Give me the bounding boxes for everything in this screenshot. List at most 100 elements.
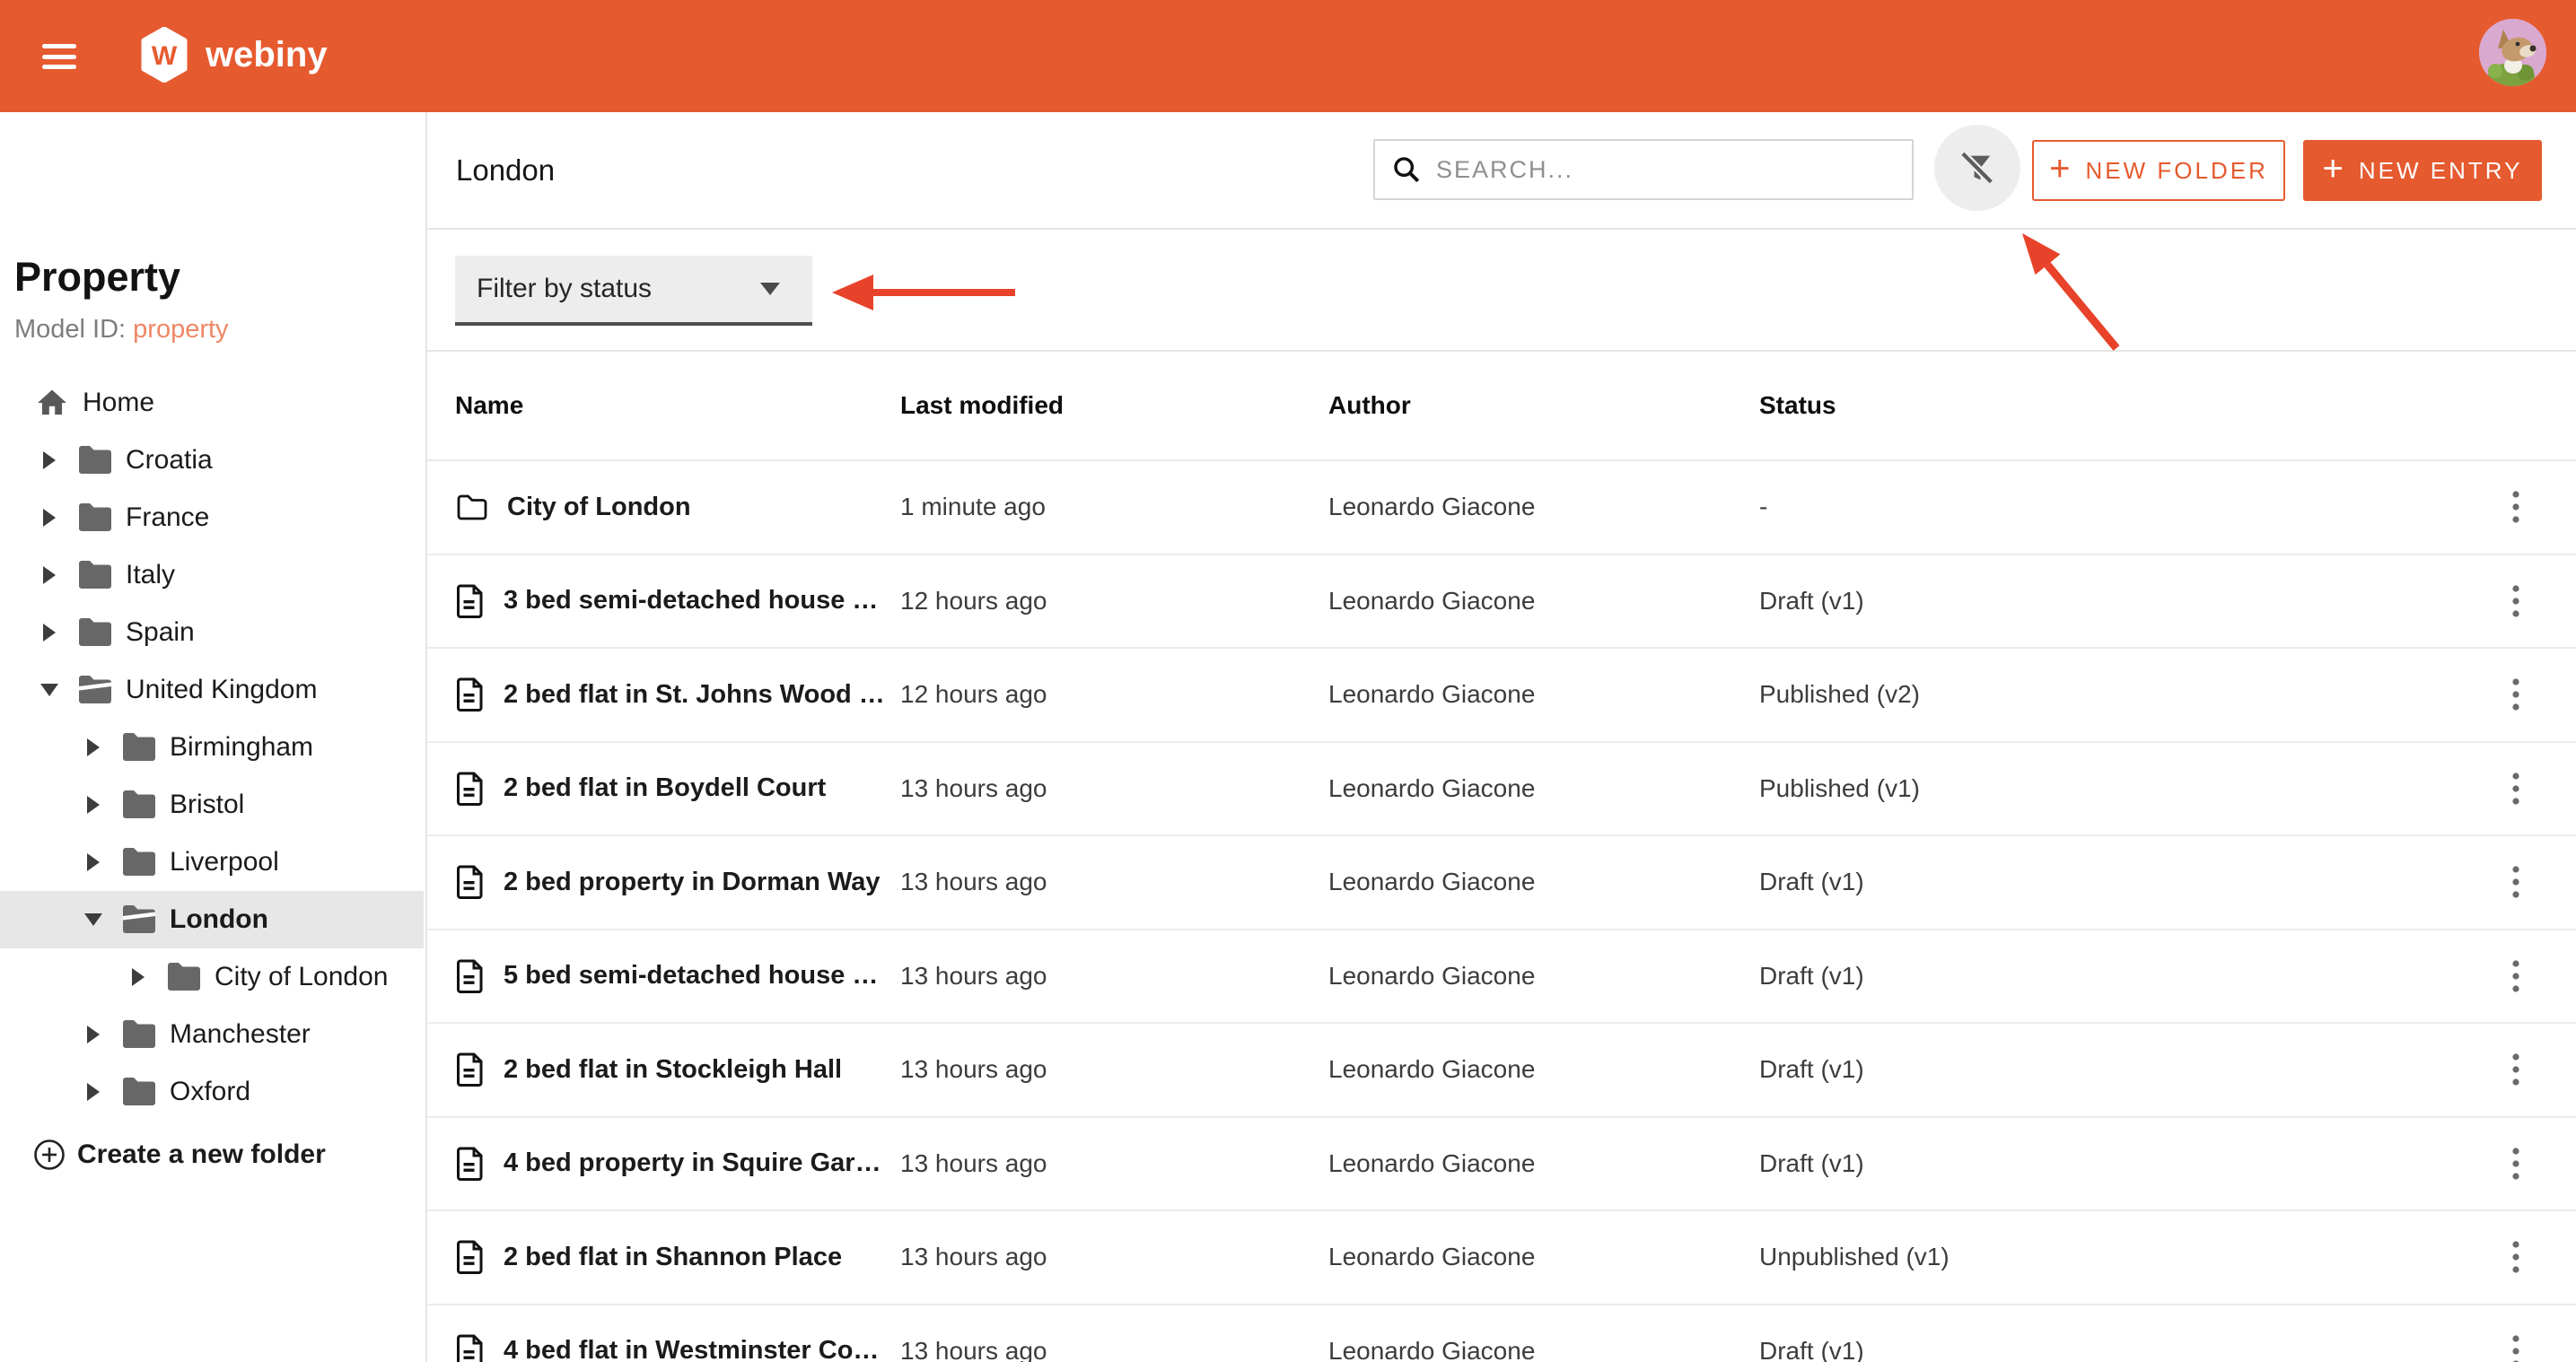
sidebar-folder-label: Bristol: [170, 790, 245, 819]
entry-name: 2 bed flat in St. Johns Wood …: [504, 679, 885, 709]
table-row[interactable]: 5 bed semi-detached house … 13 hours ago…: [427, 930, 2576, 1024]
entry-name: 5 bed semi-detached house …: [504, 961, 879, 991]
entry-author: Leonardo Giacone: [1328, 1055, 1536, 1084]
sidebar-folder-item[interactable]: France: [0, 489, 424, 546]
entry-author: Leonardo Giacone: [1328, 680, 1536, 709]
folder-icon: [168, 963, 200, 991]
entry-author: Leonardo Giacone: [1328, 868, 1536, 896]
entry-name: 2 bed flat in Shannon Place: [504, 1242, 843, 1271]
table-row[interactable]: 4 bed property in Squire Gar… 13 hours a…: [427, 1117, 2576, 1211]
table-row[interactable]: 2 bed flat in Stockleigh Hall 13 hours a…: [427, 1024, 2576, 1118]
caret-icon[interactable]: [83, 738, 103, 756]
table-row[interactable]: City of London 1 minute ago Leonardo Gia…: [427, 461, 2576, 555]
new-folder-label: NEW FOLDER: [2085, 156, 2268, 184]
row-actions-menu-button[interactable]: [2511, 1240, 2576, 1274]
sidebar-folder-label: City of London: [215, 962, 389, 991]
sidebar-folder-item[interactable]: City of London: [0, 948, 424, 1006]
folder-open-icon: [79, 676, 111, 703]
sidebar-folder-item[interactable]: United Kingdom: [0, 661, 424, 719]
kebab-menu-icon: [2512, 585, 2519, 617]
caret-icon[interactable]: [39, 684, 59, 696]
entry-author: Leonardo Giacone: [1328, 773, 1536, 802]
model-id-value[interactable]: property: [133, 315, 228, 344]
sidebar-folder-label: Oxford: [170, 1077, 251, 1106]
sidebar-item-label: Home: [83, 388, 155, 417]
row-actions-menu-button[interactable]: [2511, 1052, 2576, 1087]
sidebar-folder-label: Birmingham: [170, 732, 314, 762]
plus-circle-icon: [34, 1139, 65, 1170]
hamburger-menu-icon[interactable]: [42, 44, 76, 69]
kebab-menu-icon: [2512, 1148, 2519, 1180]
caret-icon[interactable]: [39, 509, 59, 527]
sidebar-folder-label: Manchester: [170, 1019, 311, 1049]
column-author: Author: [1328, 391, 1411, 419]
table-row[interactable]: 2 bed flat in Boydell Court 13 hours ago…: [427, 742, 2576, 836]
row-actions-menu-button[interactable]: [2511, 865, 2576, 899]
row-actions-menu-button[interactable]: [2511, 772, 2576, 806]
webiny-hexagon-icon: W: [141, 27, 188, 83]
caret-icon[interactable]: [39, 624, 59, 642]
table-row[interactable]: 2 bed flat in Shannon Place 13 hours ago…: [427, 1211, 2576, 1305]
new-folder-button[interactable]: + NEW FOLDER: [2032, 140, 2285, 201]
row-name-cell: 2 bed flat in Stockleigh Hall: [455, 1052, 900, 1087]
entry-author: Leonardo Giacone: [1328, 1148, 1536, 1177]
entry-name: 2 bed property in Dorman Way: [504, 867, 881, 896]
sidebar-item-home[interactable]: Home: [0, 374, 424, 432]
entry-last-modified: 12 hours ago: [900, 680, 1047, 709]
folder-open-icon: [123, 905, 155, 933]
sidebar-folder-item[interactable]: Italy: [0, 546, 424, 604]
caret-icon[interactable]: [39, 566, 59, 584]
row-name-cell: City of London: [455, 493, 900, 522]
row-actions-menu-button[interactable]: [2511, 959, 2576, 993]
column-last-modified: Last modified: [900, 391, 1065, 419]
caret-icon[interactable]: [83, 913, 103, 926]
row-actions-menu-button[interactable]: [2511, 677, 2576, 712]
folder-icon: [123, 1078, 155, 1105]
table-row[interactable]: 4 bed flat in Westminster Co… 13 hours a…: [427, 1305, 2576, 1362]
sidebar-folder-item[interactable]: London: [0, 891, 424, 948]
new-entry-button[interactable]: + NEW ENTRY: [2303, 140, 2542, 201]
create-new-folder-button[interactable]: Create a new folder: [0, 1126, 424, 1183]
search-input[interactable]: [1436, 155, 1912, 184]
row-name-cell: 2 bed flat in Boydell Court: [455, 771, 900, 807]
sidebar-folder-item[interactable]: Birmingham: [0, 719, 424, 776]
caret-icon[interactable]: [39, 451, 59, 469]
user-avatar[interactable]: [2479, 19, 2546, 86]
sidebar-folder-item[interactable]: Liverpool: [0, 834, 424, 891]
folder-icon: [123, 733, 155, 761]
caret-icon[interactable]: [128, 968, 148, 986]
home-icon: [38, 389, 66, 415]
caret-icon[interactable]: [83, 1026, 103, 1043]
row-actions-menu-button[interactable]: [2511, 490, 2576, 524]
row-actions-menu-button[interactable]: [2511, 584, 2576, 618]
kebab-menu-icon: [2512, 960, 2519, 992]
entry-status: Unpublished (v1): [1759, 1243, 1950, 1271]
table-row[interactable]: 2 bed flat in St. Johns Wood … 12 hours …: [427, 649, 2576, 743]
sidebar: Property Model ID: property Home Croatia: [0, 112, 427, 1362]
caret-icon[interactable]: [83, 796, 103, 814]
entry-status: Published (v1): [1759, 773, 1920, 802]
row-name-cell: 2 bed flat in Shannon Place: [455, 1239, 900, 1275]
sidebar-folder-item[interactable]: Manchester: [0, 1006, 424, 1063]
sidebar-folder-item[interactable]: Bristol: [0, 776, 424, 834]
caret-icon[interactable]: [83, 853, 103, 871]
row-name-cell: 2 bed flat in St. Johns Wood …: [455, 677, 900, 712]
row-actions-menu-button[interactable]: [2511, 1147, 2576, 1181]
webiny-logo: W webiny: [141, 27, 328, 83]
kebab-menu-icon: [2512, 1241, 2519, 1273]
row-actions-menu-button[interactable]: [2511, 1334, 2576, 1362]
table-row[interactable]: 3 bed semi-detached house … 12 hours ago…: [427, 554, 2576, 649]
sidebar-folder-item[interactable]: Spain: [0, 604, 424, 661]
plus-icon: +: [2049, 149, 2073, 188]
table-row[interactable]: 2 bed property in Dorman Way 13 hours ag…: [427, 836, 2576, 930]
sidebar-folder-item[interactable]: Croatia: [0, 432, 424, 489]
row-name-cell: 4 bed property in Squire Gar…: [455, 1146, 900, 1182]
document-icon: [457, 959, 483, 993]
sidebar-folder-item[interactable]: Oxford: [0, 1063, 424, 1121]
entry-last-modified: 13 hours ago: [900, 961, 1047, 990]
filter-toggle-button[interactable]: [1934, 125, 2020, 211]
document-icon: [457, 1052, 483, 1087]
folder-tree: Home Croatia France Italy Spain United K…: [0, 374, 424, 1121]
caret-icon[interactable]: [83, 1083, 103, 1101]
filter-by-status-dropdown[interactable]: Filter by status: [455, 256, 812, 326]
